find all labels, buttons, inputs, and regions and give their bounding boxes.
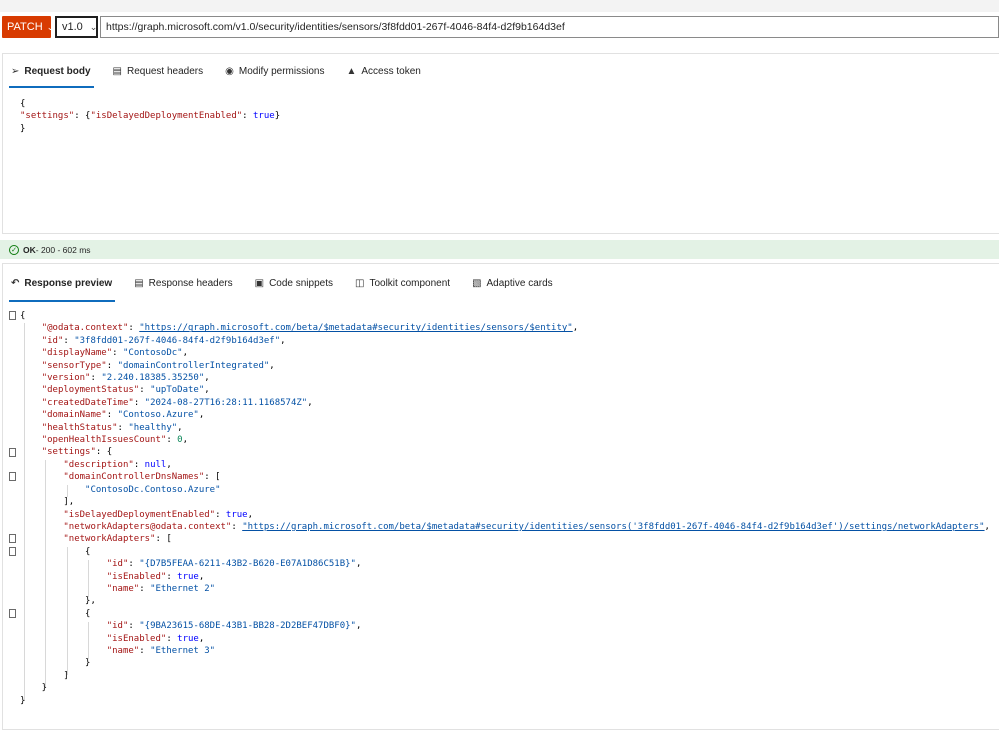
response-tabs: ↶ Response preview ▤ Response headers ▣ …: [3, 264, 999, 302]
top-strip: [0, 0, 999, 12]
fold-toggle[interactable]: [9, 534, 16, 543]
tab-label: Modify permissions: [238, 65, 325, 77]
tab-label: Response preview: [24, 277, 113, 289]
chevron-down-icon: ⌄: [89, 21, 98, 32]
tab-label: Response headers: [148, 277, 233, 289]
tab-request-headers[interactable]: ▤ Request headers: [113, 54, 204, 88]
document-icon: ▤: [112, 65, 122, 77]
odata-context-link[interactable]: "https://graph.microsoft.com/beta/$metad…: [139, 323, 572, 333]
request-body-editor[interactable]: { "settings": {"isDelayedDeploymentEnabl…: [20, 98, 280, 135]
tab-label: Request body: [24, 65, 91, 77]
response-preview-viewer: { "@odata.context": "https://graph.micro…: [20, 311, 990, 706]
tab-response-headers[interactable]: ▤ Response headers: [134, 264, 232, 302]
fold-toggle[interactable]: [9, 448, 16, 457]
toolkit-icon: ◫: [355, 277, 365, 289]
document-icon: ▤: [134, 277, 144, 289]
tab-response-preview[interactable]: ↶ Response preview: [8, 264, 116, 302]
http-method-dropdown[interactable]: PATCH ⌄: [2, 16, 54, 38]
http-method-label: PATCH: [7, 21, 43, 33]
fold-toggle[interactable]: [9, 472, 16, 481]
tab-label: Code snippets: [269, 277, 333, 289]
fold-toggle[interactable]: [9, 311, 16, 320]
request-url-input[interactable]: [100, 16, 999, 38]
tab-access-token[interactable]: ▲ Access token: [346, 54, 420, 88]
api-version-dropdown[interactable]: v1.0 ⌄: [55, 16, 98, 38]
shield-icon: ◉: [225, 65, 234, 77]
status-detail: - 200 - 602 ms: [35, 244, 91, 255]
tab-toolkit-component[interactable]: ◫ Toolkit component: [355, 264, 450, 302]
tab-adaptive-cards[interactable]: ▧ Adaptive cards: [472, 264, 553, 302]
tab-label: Adaptive cards: [486, 277, 553, 289]
tab-modify-permissions[interactable]: ◉ Modify permissions: [225, 54, 324, 88]
request-panel: ➢ Request body ▤ Request headers ◉ Modif…: [2, 53, 999, 234]
checkmark-circle-icon: ✓: [9, 244, 19, 255]
card-icon: ▧: [472, 277, 482, 289]
chevron-down-icon: ⌄: [46, 21, 55, 32]
tab-label: Toolkit component: [369, 277, 451, 289]
send-icon: ➢: [11, 65, 20, 77]
tab-label: Access token: [361, 65, 421, 77]
fold-toggle[interactable]: [9, 609, 16, 618]
arrow-back-icon: ↶: [11, 277, 20, 289]
fold-toggle[interactable]: [9, 547, 16, 556]
response-panel: ↶ Response preview ▤ Response headers ▣ …: [2, 263, 999, 730]
clipboard-icon: ▣: [254, 277, 265, 289]
request-bar: PATCH ⌄ v1.0 ⌄: [0, 16, 999, 40]
tab-label: Request headers: [126, 65, 204, 77]
tab-code-snippets[interactable]: ▣ Code snippets: [255, 264, 333, 302]
api-version-label: v1.0: [62, 21, 83, 33]
tab-request-body[interactable]: ➢ Request body: [9, 54, 94, 88]
network-adapters-context-link[interactable]: "https://graph.microsoft.com/beta/$metad…: [242, 522, 984, 532]
status-ok: OK: [23, 244, 36, 255]
response-status-bar: ✓ OK - 200 - 602 ms: [0, 240, 999, 259]
lock-icon: ▲: [346, 65, 357, 77]
request-tabs: ➢ Request body ▤ Request headers ◉ Modif…: [3, 54, 999, 88]
